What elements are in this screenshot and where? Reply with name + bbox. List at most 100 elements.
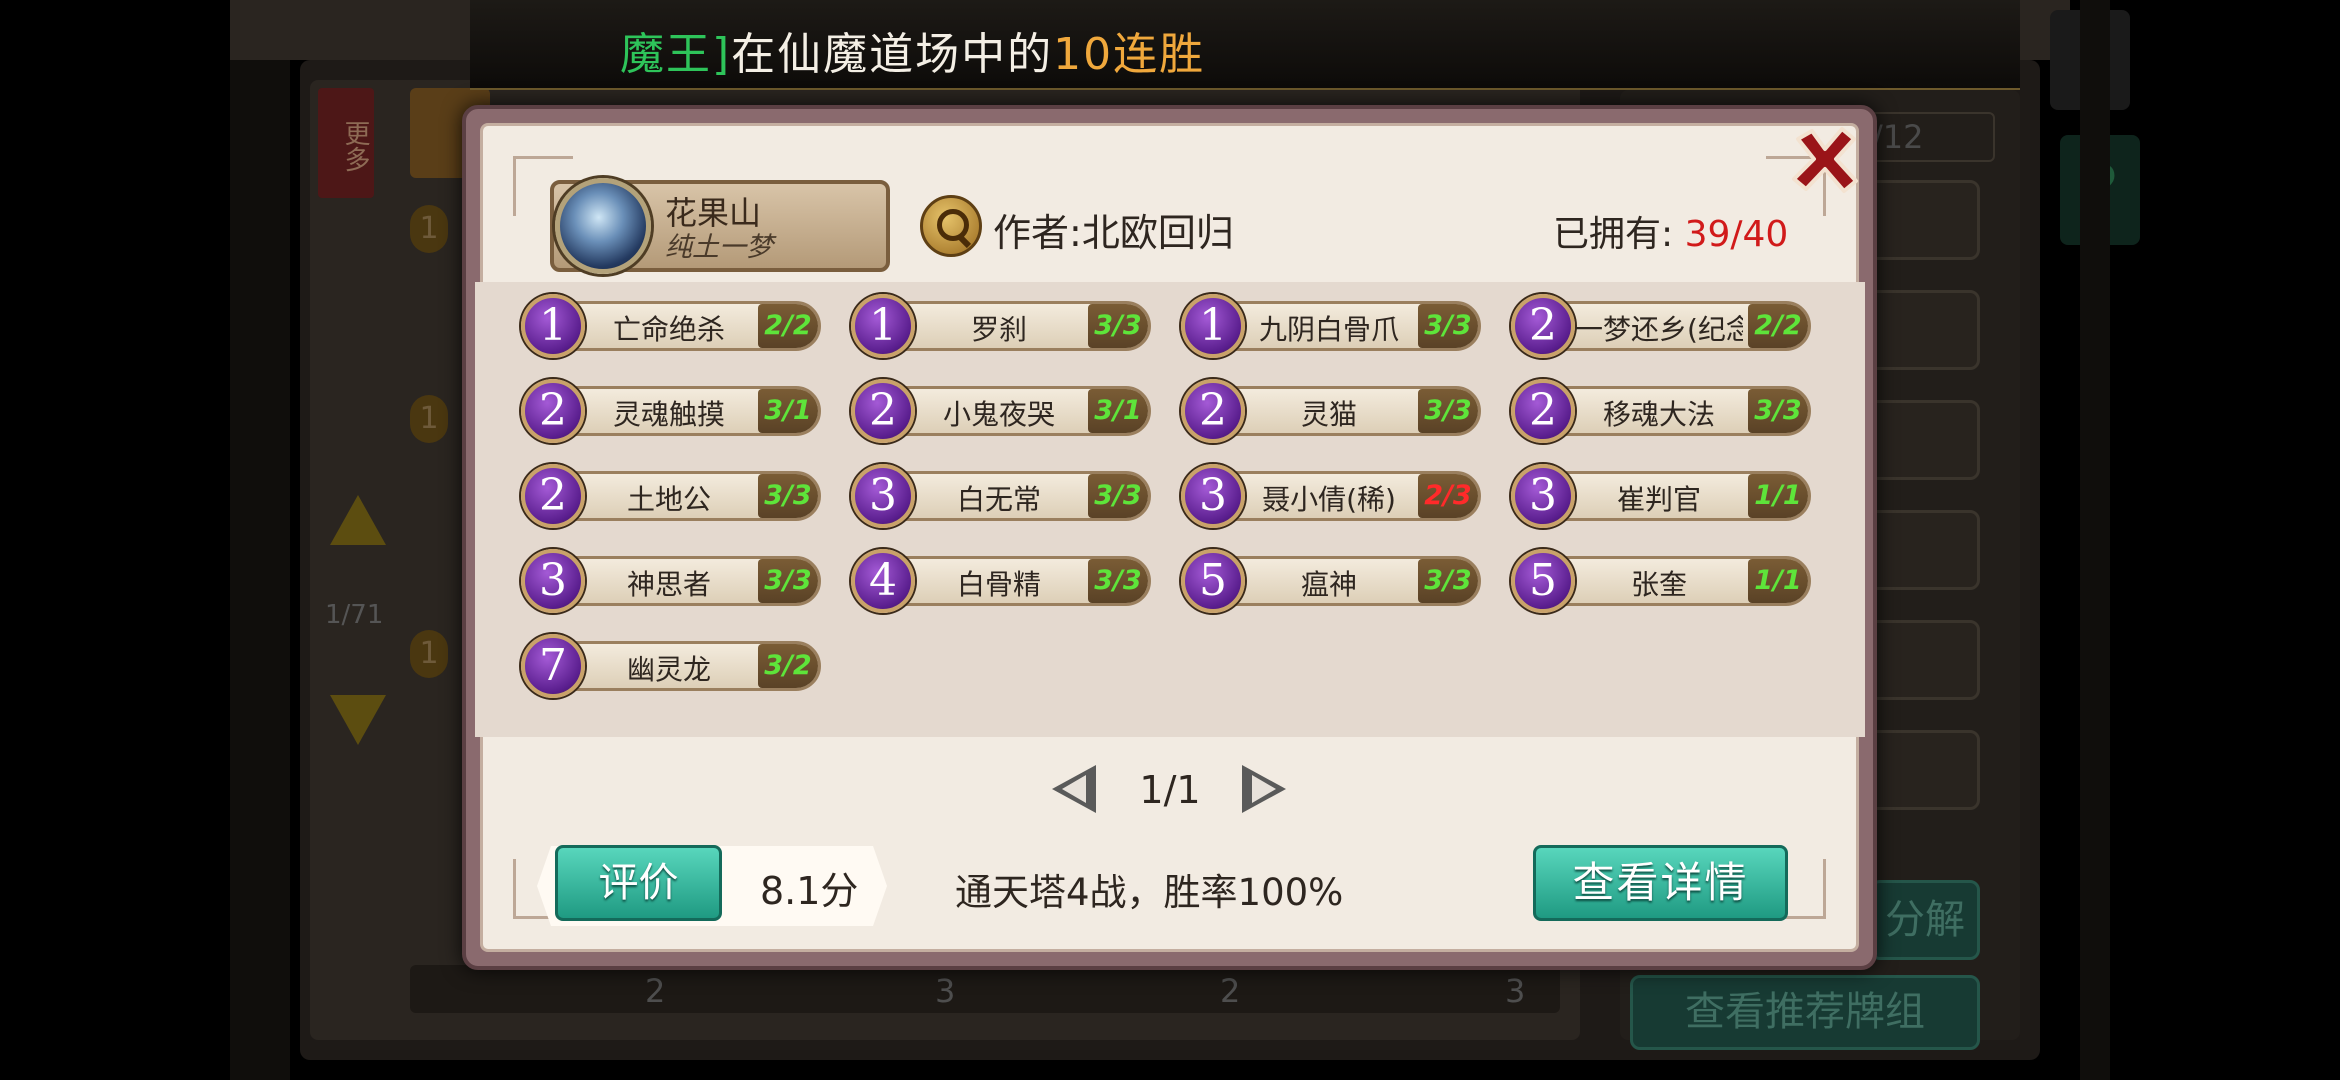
background-bottom-number: 2: [1220, 972, 1241, 1010]
card-count: 3/3: [1418, 389, 1478, 433]
card-item[interactable]: 5 张奎 1/1: [1503, 549, 1813, 613]
prev-page-icon[interactable]: [1052, 765, 1096, 813]
card-cost: 2: [521, 464, 585, 528]
card-name: 瘟神: [1300, 568, 1357, 601]
deck-author: 作者:北欧回归: [993, 202, 1234, 257]
background-bottom-row: [410, 965, 1560, 1013]
rate-button[interactable]: 评价: [555, 845, 722, 921]
card-cost: 3: [1511, 464, 1575, 528]
card-item[interactable]: 2 灵魂触摸 3/1: [513, 379, 823, 443]
card-count: 3/3: [758, 474, 818, 518]
close-icon[interactable]: [1790, 125, 1860, 195]
card-count: 3/2: [758, 644, 818, 688]
card-count: 3/3: [1418, 304, 1478, 348]
card-name: 崔判官: [1616, 483, 1701, 516]
background-left-edge: [230, 0, 290, 1080]
card-cost: 2: [521, 379, 585, 443]
card-name: 罗刹: [970, 313, 1027, 346]
card-cost: 1: [1181, 294, 1245, 358]
deck-score: 8.1分: [760, 869, 859, 913]
card-item[interactable]: 2 土地公 3/3: [513, 464, 823, 528]
view-details-button[interactable]: 查看详情: [1533, 845, 1788, 921]
card-name: 小鬼夜哭: [942, 398, 1055, 431]
card-count: 1/1: [1748, 474, 1808, 518]
card-name: 亡命绝杀: [612, 313, 725, 346]
card-name: 白无常: [956, 483, 1041, 516]
card-count: 3/3: [1088, 559, 1148, 603]
search-icon[interactable]: [920, 195, 982, 257]
card-item[interactable]: 1 九阴白骨爪 3/3: [1173, 294, 1483, 358]
card-item[interactable]: 3 崔判官 1/1: [1503, 464, 1813, 528]
card-count: 3/3: [1418, 559, 1478, 603]
card-name: 幽灵龙: [626, 653, 711, 686]
card-name: 灵猫: [1300, 398, 1357, 431]
card-count: 3/3: [1748, 389, 1808, 433]
card-count: 2/2: [758, 304, 818, 348]
card-name: 九阴白骨爪: [1258, 313, 1399, 346]
card-item[interactable]: 2 一梦还乡(纪念 2/2: [1503, 294, 1813, 358]
card-cost: 2: [1511, 294, 1575, 358]
card-cost: 2: [1181, 379, 1245, 443]
next-page-icon[interactable]: [1242, 765, 1286, 813]
card-item[interactable]: 2 移魂大法 3/3: [1503, 379, 1813, 443]
deck-stats: 通天塔4战，胜率100%: [955, 871, 1344, 914]
background-side-label: 1: [410, 395, 448, 443]
card-name: 一梦还乡(纪念: [1575, 313, 1743, 346]
card-item[interactable]: 3 神思者 3/3: [513, 549, 823, 613]
card-item[interactable]: 1 亡命绝杀 2/2: [513, 294, 823, 358]
card-name: 灵魂触摸: [612, 398, 725, 431]
marquee-streak: 10连胜: [1053, 29, 1206, 80]
background-down-arrow-icon[interactable]: [330, 695, 386, 745]
card-cost: 5: [1181, 549, 1245, 613]
background-up-arrow-icon[interactable]: [330, 495, 386, 545]
card-count: 3/3: [1088, 304, 1148, 348]
card-cost: 7: [521, 634, 585, 698]
card-name: 神思者: [626, 568, 711, 601]
card-item[interactable]: 5 瘟神 3/3: [1173, 549, 1483, 613]
card-item[interactable]: 3 白无常 3/3: [843, 464, 1153, 528]
card-grid: 1 亡命绝杀 2/2 1 罗刹 3/3 1 九阴白骨爪 3/3 2 一梦还乡(纪念 2/2 2 灵魂触摸 3…: [475, 282, 1865, 737]
card-cost: 3: [1181, 464, 1245, 528]
background-bottom-number: 3: [935, 972, 956, 1010]
author-label: 作者:: [993, 211, 1082, 255]
marquee-banner: 魔王]在仙魔道场中的10连胜: [470, 0, 2020, 90]
owned-count: 已拥有: 39/40: [1553, 205, 1788, 257]
card-count: 3/1: [1088, 389, 1148, 433]
card-cost: 2: [1511, 379, 1575, 443]
card-item[interactable]: 3 聂小倩(稀) 2/3: [1173, 464, 1483, 528]
card-name: 白骨精: [956, 568, 1041, 601]
card-name: 张奎: [1630, 568, 1687, 601]
author-name: 北欧回归: [1081, 211, 1234, 255]
card-count: 2/3: [1418, 474, 1478, 518]
background-recommend-button[interactable]: 查看推荐牌组: [1630, 975, 1980, 1050]
card-cost: 1: [851, 294, 915, 358]
card-count: 3/3: [758, 559, 818, 603]
background-page-indicator: 1/71: [325, 600, 384, 630]
card-cost: 3: [851, 464, 915, 528]
card-item[interactable]: 2 小鬼夜哭 3/1: [843, 379, 1153, 443]
card-item[interactable]: 2 灵猫 3/3: [1173, 379, 1483, 443]
card-count: 1/1: [1748, 559, 1808, 603]
card-name: 土地公: [626, 483, 711, 516]
background-bottom-number: 3: [1505, 972, 1526, 1010]
card-cost: 5: [1511, 549, 1575, 613]
card-cost: 1: [521, 294, 585, 358]
card-cost: 4: [851, 549, 915, 613]
page-indicator: 1/1: [1139, 768, 1201, 812]
owned-label: 已拥有:: [1553, 214, 1674, 255]
marquee-text: 魔王]在仙魔道场中的10连胜: [620, 18, 1205, 82]
background-decompose-button[interactable]: 分解: [1870, 880, 1980, 960]
deck-subtitle: 纯土一梦: [665, 232, 773, 263]
card-item[interactable]: 4 白骨精 3/3: [843, 549, 1153, 613]
card-name: 聂小倩(稀): [1262, 483, 1396, 516]
background-side-label: 1: [410, 205, 448, 253]
card-count: 3/3: [1088, 474, 1148, 518]
card-item[interactable]: 7 幽灵龙 3/2: [513, 634, 823, 698]
background-more-tab[interactable]: 更多: [318, 88, 374, 198]
deck-avatar: [555, 178, 651, 274]
background-bottom-number: 2: [645, 972, 666, 1010]
background-side-label: 1: [410, 630, 448, 678]
card-count: 3/1: [758, 389, 818, 433]
card-item[interactable]: 1 罗刹 3/3: [843, 294, 1153, 358]
card-cost: 2: [851, 379, 915, 443]
